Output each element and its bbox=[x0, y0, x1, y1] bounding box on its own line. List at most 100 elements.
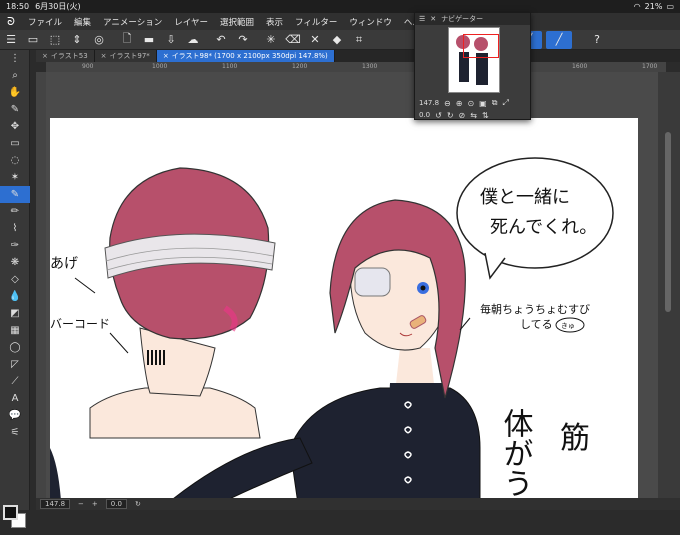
scroll-thumb[interactable] bbox=[665, 132, 671, 312]
main-color-swatch[interactable] bbox=[3, 505, 18, 520]
reset-rotation-icon[interactable]: ⊘ bbox=[459, 111, 466, 120]
fit-icon[interactable]: ⊙ bbox=[467, 99, 474, 108]
fit-window-icon[interactable]: ⧉ bbox=[492, 98, 498, 108]
fill-icon[interactable]: ◆ bbox=[326, 31, 348, 49]
wifi-icon: ◠ bbox=[633, 2, 641, 11]
zoom-icon[interactable]: ⌕ bbox=[0, 67, 30, 84]
arrow-line bbox=[109, 332, 129, 354]
menu-dots-icon[interactable]: ⋮ bbox=[0, 50, 30, 67]
navigator-panel: ☰ ✕ ナビゲーター 147.8 ⊖ ⊕ ⊙ ▣ ⧉ ⤢ 0.0 ↺ ↻ ⊘ ⇆… bbox=[414, 12, 531, 120]
record-icon[interactable]: ◎ bbox=[88, 31, 110, 49]
app-logo-icon[interactable]: ᘐ bbox=[0, 15, 22, 29]
navigator-zoom-row: 147.8 ⊖ ⊕ ⊙ ▣ ⧉ ⤢ bbox=[419, 97, 527, 109]
close-icon[interactable]: × bbox=[163, 52, 169, 60]
ios-status-bar: 18:50 6月30日(火) ◠ 21% ▭ bbox=[0, 0, 680, 13]
delete-icon[interactable]: ✕ bbox=[304, 31, 326, 49]
select-rect-icon[interactable]: ▭ bbox=[0, 135, 30, 152]
ruler-icon[interactable]: ⟋ bbox=[0, 373, 30, 390]
tab-illust-53[interactable]: × イラスト53 bbox=[36, 50, 95, 62]
blend-icon[interactable]: 💧 bbox=[0, 288, 30, 305]
sort-icon[interactable]: ⇕ bbox=[66, 31, 88, 49]
undo-icon[interactable]: ↶ bbox=[210, 31, 232, 49]
note-bow-line1: 毎朝ちょうちょむすび bbox=[480, 303, 590, 316]
figure-icon[interactable]: ◯ bbox=[0, 339, 30, 356]
speech-text-line2: 死んでくれ。 bbox=[490, 217, 597, 238]
crop-icon[interactable]: ⌗ bbox=[348, 31, 370, 49]
eyedropper-icon[interactable]: ✎ bbox=[0, 101, 30, 118]
ruler-tick: 1600 bbox=[572, 63, 588, 70]
flip-horizontal-icon[interactable]: ⇆ bbox=[470, 111, 477, 120]
illustration: 僕と一緒に 死んでくれ。 あげ バーコード 毎朝ちょうちょむすび してる きゅ … bbox=[50, 157, 614, 498]
move-icon[interactable]: ✥ bbox=[0, 118, 30, 135]
open-folder-icon[interactable]: ▬ bbox=[138, 31, 160, 49]
ruler-tick: 1700 bbox=[642, 63, 658, 70]
navigator-rotate-row: 0.0 ↺ ↻ ⊘ ⇆ ⇅ bbox=[419, 109, 527, 121]
airbrush-icon[interactable]: ✑ bbox=[0, 237, 30, 254]
fullscreen-icon[interactable]: ⤢ bbox=[502, 98, 508, 108]
lasso-icon[interactable]: ◌ bbox=[0, 152, 30, 169]
correct-line-icon[interactable]: ⚟ bbox=[0, 424, 30, 441]
decoration-icon[interactable]: ❋ bbox=[0, 254, 30, 271]
zoom-in-icon[interactable]: + bbox=[92, 500, 98, 508]
rotate-right-icon[interactable]: ↻ bbox=[447, 111, 454, 120]
vertical-scrollbar[interactable] bbox=[658, 72, 680, 498]
rotate-left-icon[interactable]: ↺ bbox=[435, 111, 442, 120]
panel-menu-icon[interactable]: ☰ bbox=[419, 15, 425, 23]
menu-filter[interactable]: フィルター bbox=[289, 16, 343, 28]
vertical-note-2: 筋 bbox=[560, 421, 590, 456]
ruler-tick: 1300 bbox=[362, 63, 378, 70]
eraser-icon[interactable]: ◇ bbox=[0, 271, 30, 288]
command-toolbar: ☰ ▭ ⬚ ⇕ ◎ 🗋 ▬ ⇩ ☁ ↶ ↷ ✳ ⌫ ✕ ◆ ⌗ ╱ ╱ ? bbox=[0, 30, 680, 50]
close-icon[interactable]: × bbox=[42, 52, 48, 60]
menu-layer[interactable]: レイヤー bbox=[168, 16, 214, 28]
navigator-angle[interactable]: 0.0 bbox=[419, 111, 430, 119]
menu-selection[interactable]: 選択範囲 bbox=[214, 16, 260, 28]
navigator-thumbnail[interactable] bbox=[448, 27, 500, 93]
new-file-icon[interactable]: 🗋 bbox=[116, 31, 138, 49]
hamburger-icon[interactable]: ☰ bbox=[0, 31, 22, 49]
navigator-zoom[interactable]: 147.8 bbox=[419, 99, 439, 107]
actual-size-icon[interactable]: ▣ bbox=[479, 99, 487, 108]
tab-illust-97[interactable]: × イラスト97* bbox=[94, 50, 157, 62]
hand-icon[interactable]: ✋ bbox=[0, 84, 30, 101]
gradient-icon[interactable]: ▦ bbox=[0, 322, 30, 339]
ruler-tick: 1200 bbox=[292, 63, 308, 70]
help-icon[interactable]: ? bbox=[586, 31, 608, 49]
save-icon[interactable]: ⇩ bbox=[160, 31, 182, 49]
balloon-icon[interactable]: 💬 bbox=[0, 407, 30, 424]
loading-icon[interactable]: ✳ bbox=[260, 31, 282, 49]
tab-illust-98[interactable]: × イラスト98* (1700 x 2100px 350dpi 147.8%) bbox=[156, 50, 335, 62]
pen-icon[interactable]: ✎ bbox=[0, 186, 30, 203]
rotate-icon[interactable]: ↻ bbox=[135, 500, 141, 508]
menu-window[interactable]: ウィンドウ bbox=[343, 16, 398, 28]
horizontal-ruler: 900 1000 1100 1200 1300 1400 1500 1600 1… bbox=[46, 62, 666, 72]
zoom-value[interactable]: 147.8 bbox=[40, 499, 71, 509]
close-icon[interactable]: × bbox=[101, 52, 107, 60]
menu-view[interactable]: 表示 bbox=[260, 16, 289, 28]
cloud-icon[interactable]: ☁ bbox=[182, 31, 204, 49]
selection-icon[interactable]: ▭ bbox=[22, 31, 44, 49]
angle-value[interactable]: 0.0 bbox=[105, 499, 127, 509]
text-icon[interactable]: A bbox=[0, 390, 30, 407]
pencil-icon[interactable]: ✏ bbox=[0, 203, 30, 220]
viewport-indicator[interactable] bbox=[463, 34, 499, 58]
close-icon[interactable]: ✕ bbox=[430, 15, 436, 23]
menu-file[interactable]: ファイル bbox=[22, 16, 68, 28]
redo-icon[interactable]: ↷ bbox=[232, 31, 254, 49]
ruler-tick: 1000 bbox=[152, 63, 168, 70]
zoom-out-icon[interactable]: − bbox=[78, 500, 84, 508]
brush-tool-blue-icon[interactable]: ╱ bbox=[546, 30, 572, 49]
menu-animation[interactable]: アニメーション bbox=[97, 16, 168, 28]
drawing-paper[interactable]: 僕と一緒に 死んでくれ。 あげ バーコード 毎朝ちょうちょむすび してる きゅ … bbox=[50, 118, 638, 498]
zoom-out-icon[interactable]: ⊖ bbox=[444, 99, 451, 108]
frame-icon[interactable]: ◸ bbox=[0, 356, 30, 373]
flip-vertical-icon[interactable]: ⇅ bbox=[482, 111, 489, 120]
clear-icon[interactable]: ⌫ bbox=[282, 31, 304, 49]
magic-wand-icon[interactable]: ✶ bbox=[0, 169, 30, 186]
menu-edit[interactable]: 編集 bbox=[68, 16, 97, 28]
canvas-area[interactable]: 僕と一緒に 死んでくれ。 あげ バーコード 毎朝ちょうちょむすび してる きゅ … bbox=[46, 72, 658, 498]
brush-icon[interactable]: ⌇ bbox=[0, 220, 30, 237]
transform-icon[interactable]: ⬚ bbox=[44, 31, 66, 49]
zoom-in-icon[interactable]: ⊕ bbox=[456, 99, 463, 108]
fill-bucket-icon[interactable]: ◩ bbox=[0, 305, 30, 322]
